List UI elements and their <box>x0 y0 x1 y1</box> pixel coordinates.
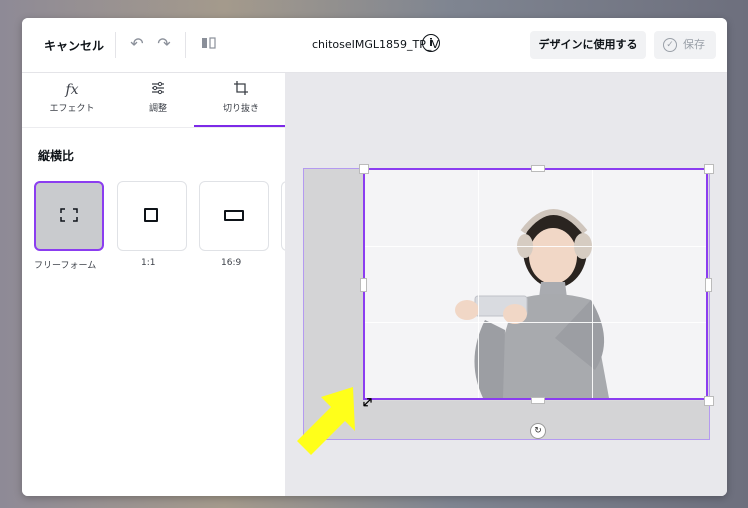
file-name: chitoseIMGL1859_TP_V <box>312 38 439 51</box>
yellow-pointer-arrow-icon <box>297 387 355 455</box>
use-in-design-button[interactable]: デザインに使用する <box>530 31 646 59</box>
ratio-freeform-label: フリーフォーム <box>34 261 97 271</box>
edit-panel: fx エフェクト 調整 切り抜き 縦横比 フリーフォーム 1:1 16:9 <box>22 73 292 496</box>
editor-toolbar: キャンセル ↶ ↷ chitoseIMGL1859_TP_V i デザインに使用… <box>22 18 727 73</box>
toolbar-divider <box>185 32 186 58</box>
check-circle-icon: ✓ <box>663 38 677 52</box>
square-icon <box>144 208 158 222</box>
grid-line <box>365 322 706 323</box>
active-tab-indicator <box>194 125 285 127</box>
tab-effects[interactable]: fx エフェクト <box>37 81 107 121</box>
tab-effects-label: エフェクト <box>49 104 95 114</box>
freeform-icon <box>60 208 78 222</box>
flip-icon[interactable] <box>198 33 220 55</box>
crop-handle-bottom[interactable] <box>531 397 545 404</box>
tab-adjust-label: 調整 <box>148 104 167 114</box>
crop-handle-top[interactable] <box>531 165 545 172</box>
ratio-16-9-label: 16:9 <box>221 258 242 268</box>
redo-icon[interactable]: ↷ <box>153 33 175 55</box>
tab-divider <box>22 127 285 128</box>
crop-handle-right[interactable] <box>705 278 712 292</box>
crop-handle-top-left[interactable] <box>359 164 369 174</box>
toolbar-divider <box>115 32 116 58</box>
save-button[interactable]: ✓ 保存 <box>654 31 716 59</box>
tab-crop[interactable]: 切り抜き <box>206 81 276 121</box>
grid-line <box>592 170 593 398</box>
ratio-16-9-option[interactable] <box>199 181 269 251</box>
tab-crop-label: 切り抜き <box>222 104 259 114</box>
ratio-1-1-option[interactable] <box>117 181 187 251</box>
widescreen-icon <box>224 210 244 221</box>
tab-adjust[interactable]: 調整 <box>123 81 193 121</box>
cancel-button[interactable]: キャンセル <box>44 37 104 54</box>
crop-area[interactable] <box>363 168 708 400</box>
crop-icon <box>206 81 276 99</box>
crop-handle-top-right[interactable] <box>704 164 714 174</box>
fx-icon: fx <box>65 82 79 98</box>
rotate-icon[interactable]: ↻ <box>530 423 546 439</box>
woman-with-headphones-photo <box>455 209 609 398</box>
image-editor-dialog: キャンセル ↶ ↷ chitoseIMGL1859_TP_V i デザインに使用… <box>22 18 727 496</box>
save-label: 保存 <box>683 38 705 51</box>
crop-handle-bottom-right[interactable] <box>704 396 714 406</box>
ratio-freeform-option[interactable] <box>34 181 104 251</box>
adjust-icon <box>123 81 193 99</box>
crop-handle-left[interactable] <box>360 278 367 292</box>
ratio-1-1-label: 1:1 <box>141 258 156 268</box>
grid-line <box>478 170 479 398</box>
info-icon[interactable]: i <box>422 34 440 52</box>
aspect-ratio-title: 縦横比 <box>38 149 75 163</box>
grid-line <box>365 246 706 247</box>
undo-icon[interactable]: ↶ <box>126 33 148 55</box>
